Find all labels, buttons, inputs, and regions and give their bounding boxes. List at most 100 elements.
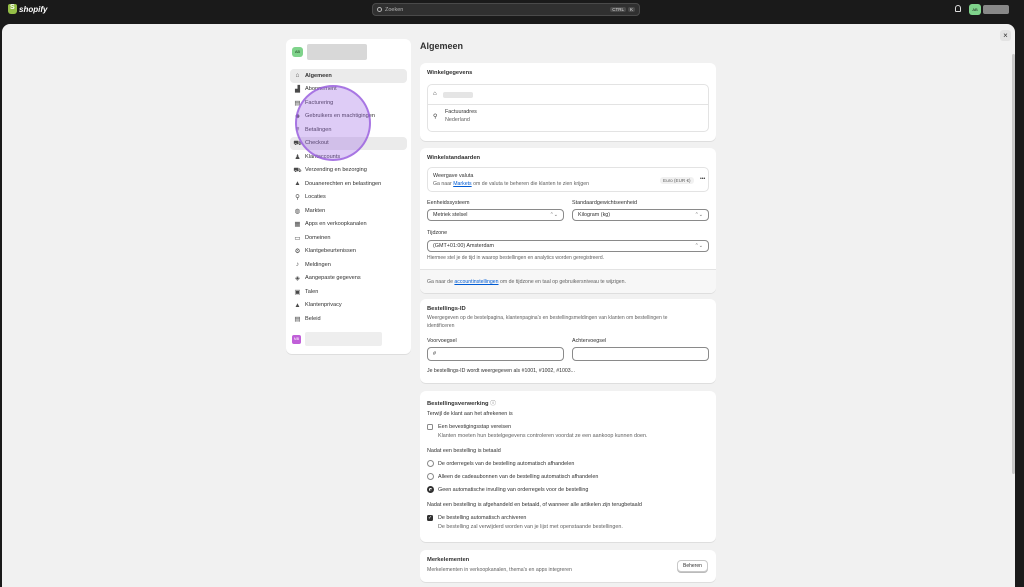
sidebar-item-label: Betalingen [305,126,332,133]
sidebar-item-label: Klantenprivacy [305,302,342,309]
order-id-card: Bestellings-ID Weergegeven op de bestelp… [420,299,716,383]
sidebar-item-verzending-en-bezorging[interactable]: ⛟ Verzending en bezorging [290,164,407,178]
sidebar-item-algemeen[interactable]: ⌂ Algemeen [290,69,407,83]
sidebar-item-apps-en-verkoopkanalen[interactable]: ▦ Apps en verkoopkanalen [290,218,407,232]
store-header[interactable]: AB [292,44,367,60]
weight-unit-label: Standaardgewichtseenheid [572,200,638,206]
auto-archive-checkbox[interactable]: ✓ [427,515,433,521]
unit-system-select[interactable]: Metriek stelsel ⌃⌄ [427,209,564,221]
apps-icon: ▦ [294,221,301,229]
store-details-card: Winkelgegevens ⌂ ⚲ Factuuradres Nederlan… [420,63,716,141]
sidebar-item-klantgebeurtenissen[interactable]: ⚙ Klantgebeurtenissen [290,245,407,259]
shortcut-key-k: K [627,7,635,12]
timezone-help: Hiermee stel je de tijd in waarop bestel… [427,255,605,261]
brand-assets-description: Merkelementen in verkoopkanalen, thema's… [427,567,572,573]
unit-system-label: Eenheidssysteem [427,200,470,206]
sidebar-item-talen[interactable]: ▣ Talen [290,285,407,299]
search-input[interactable]: Zoeken CTRL K [372,3,640,16]
currency-help: Ga naar Markets om de valuta te beheren … [433,181,589,187]
suffix-input[interactable] [572,347,709,361]
notifications-bell-icon[interactable] [955,5,961,12]
sidebar-item-locaties[interactable]: ⚲ Locaties [290,191,407,205]
domain-icon: ▭ [294,234,301,242]
sidebar-item-facturering[interactable]: ▤ Facturering [290,96,407,110]
bottom-store-switcher[interactable]: MB [292,332,382,346]
sidebar-item-domeinen[interactable]: ▭ Domeinen [290,231,407,245]
sidebar-item-label: Verzending en bezorging [305,167,367,174]
auto-fulfill-all-radio[interactable] [427,460,434,467]
prefix-label: Voorvoegsel [427,338,457,344]
tax-icon: ▲ [294,180,301,188]
more-actions-icon[interactable]: ••• [700,176,705,182]
sidebar-item-abonnement[interactable]: ▟ Abonnement [290,83,407,97]
globe-icon: ◍ [294,207,301,215]
sidebar-item-aangepaste-gegevens[interactable]: ◈ Aangepaste gegevens [290,272,407,286]
prefix-input[interactable]: # [427,347,564,361]
brand-assets-card: Merkelementen Merkelementen in verkoopka… [420,550,716,582]
store-details-title: Winkelgegevens [427,70,473,76]
sidebar-item-gebruikers-en-machtigingen[interactable]: ☻ Gebruikers en machtigingen [290,110,407,124]
page-title: Algemeen [420,41,464,51]
order-id-description-1: Weergegeven op de bestelpagina, klantenp… [427,315,668,321]
sidebar-item-douanerechten-en-belastingen[interactable]: ▲ Douanerechten en belastingen [290,177,407,191]
truck-icon: ⛟ [293,166,302,174]
cart-icon: ⛟ [293,139,302,147]
paid-heading: Nadat een bestelling is betaald [427,448,501,454]
timezone-select[interactable]: (GMT+01:00) Amsterdam ⌃⌄ [427,240,709,252]
store-icon: ⌂ [295,72,300,80]
store-name-placeholder [443,92,473,98]
markets-link[interactable]: Markets [453,181,471,187]
account-settings-suffix: om de tijdzone en taal op gebruikersnive… [498,279,626,285]
sidebar-item-label: Checkout [305,140,329,147]
sidebar-item-markten[interactable]: ◍ Markten [290,204,407,218]
sidebar-item-label: Markten [305,207,326,214]
prefix-value: # [433,351,436,357]
sidebar-item-beleid[interactable]: ▤ Beleid [290,312,407,326]
account-settings-link[interactable]: accountinstellingen [454,279,498,285]
sidebar-item-betalingen[interactable]: ≡ Betalingen [290,123,407,137]
bottom-store-avatar: MB [292,334,301,344]
shortcut-keys: CTRL K [608,7,635,12]
close-button[interactable]: × [1000,30,1011,41]
currency-box: Weergave valuta Ga naar Markets om de va… [427,167,709,192]
defaults-footer: Ga naar de accountinstellingen om de tij… [420,269,716,293]
order-id-description-2: identificeren [427,323,455,329]
auto-fulfill-giftcards-radio[interactable] [427,473,434,480]
suffix-label: Achtervoegsel [572,338,607,344]
no-auto-fulfill-radio[interactable] [427,486,434,493]
data-icon: ◈ [295,275,300,283]
order-id-example: Je bestellings-ID wordt weergegeven als … [427,368,575,374]
chart-icon: ▟ [295,86,300,94]
fulfilled-heading: Nadat een bestelling is afgehandeld en b… [427,502,642,508]
select-chevron-icon: ⌃⌄ [549,212,558,218]
currency-help-suffix: om de valuta te beheren die klanten te z… [471,181,590,187]
sidebar-item-label: Klantaccounts [305,153,341,160]
sidebar-item-meldingen[interactable]: ♪ Meldingen [290,258,407,272]
manage-brand-button[interactable]: Beheren [677,560,708,572]
sidebar-item-label: Domeinen [305,234,331,241]
scrollbar[interactable] [1012,54,1015,474]
info-icon[interactable]: ⓘ [490,401,496,407]
sidebar-item-checkout[interactable]: ⛟ Checkout [290,136,407,150]
sidebar-item-label: Locaties [305,194,326,201]
logo-text: shopify [19,4,48,14]
shortcut-key-ctrl: CTRL [610,7,626,12]
sidebar-item-klantaccounts[interactable]: ♟ Klantaccounts [290,150,407,164]
user-avatar[interactable]: AB [969,4,981,15]
store-details-box[interactable]: ⌂ ⚲ Factuuradres Nederland [427,84,709,132]
currency-help-prefix: Ga naar [433,181,454,187]
sidebar-item-klantenprivacy[interactable]: ▲ Klantenprivacy [290,299,407,313]
weight-unit-select[interactable]: Kilogram (kg) ⌃⌄ [572,209,709,221]
settings-sidebar: AB ⌂ Algemeen ▟ Abonnement ▤ Facturering ☻ Gebr… [286,39,411,354]
confirm-step-label: Een bevestigingsstap vereisen [438,424,512,430]
sidebar-item-label: Apps en verkoopkanalen [305,221,367,228]
bell-icon: ♪ [295,261,300,269]
shopify-logo[interactable]: shopify [8,4,47,14]
top-bar: shopify Zoeken CTRL K AB [0,0,1024,20]
sidebar-item-label: Douanerechten en belastingen [305,180,382,187]
user-name-redacted[interactable] [983,5,1009,14]
unit-system-value: Metriek stelsel [433,212,468,218]
billing-address-label: Factuuradres [445,109,477,115]
confirm-step-checkbox[interactable] [427,424,433,430]
store-icon: ⌂ [433,91,437,97]
